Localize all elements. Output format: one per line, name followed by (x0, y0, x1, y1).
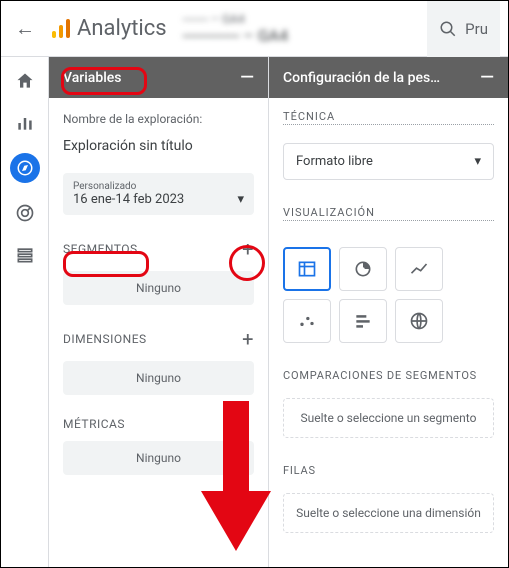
back-button[interactable]: ← (9, 10, 41, 47)
date-range-value: 16 ene-14 feb 2023 (73, 192, 184, 207)
technique-value: Formato libre (296, 154, 373, 169)
visualization-grid (283, 247, 494, 343)
segment-dropzone[interactable]: Suelte o seleccione un segmento (283, 398, 494, 438)
nav-configure-icon[interactable] (13, 243, 37, 267)
date-range-picker[interactable]: Personalizado 16 ene-14 feb 2023 ▾ (63, 173, 254, 215)
nav-explore-icon[interactable] (10, 153, 40, 183)
viz-bar-icon[interactable] (339, 299, 387, 343)
dimensions-empty: Ninguno (63, 361, 254, 395)
technique-select[interactable]: Formato libre ▾ (283, 143, 494, 180)
segment-comparison-label: COMPARACIONES DE SEGMENTOS (283, 369, 494, 382)
metrics-empty: Ninguno (63, 441, 254, 475)
exploration-name-label: Nombre de la exploración: (63, 112, 254, 126)
search-button[interactable]: Pru (427, 1, 500, 57)
viz-scatter-icon[interactable] (283, 299, 331, 343)
analytics-logo: Analytics (49, 16, 167, 41)
chevron-down-icon: ▾ (237, 192, 244, 207)
viz-table-icon[interactable] (283, 247, 331, 291)
variables-header: Variables — (49, 57, 268, 98)
metrics-title: MÉTRICAS (63, 417, 125, 431)
viz-line-icon[interactable] (395, 247, 443, 291)
add-segment-button[interactable]: + (242, 237, 254, 261)
search-label: Pru (465, 20, 488, 38)
technique-label: TÉCNICA (283, 110, 494, 125)
viz-geo-icon[interactable] (395, 299, 443, 343)
variables-panel: Variables — Nombre de la exploración: Ex… (49, 57, 269, 567)
rows-label: FILAS (283, 464, 494, 477)
chevron-down-icon: ▾ (474, 154, 481, 169)
viz-donut-icon[interactable] (339, 247, 387, 291)
dimensions-title: DIMENSIONES (63, 332, 147, 346)
add-dimension-button[interactable]: + (242, 327, 254, 351)
product-name: Analytics (77, 16, 167, 41)
date-range-label: Personalizado (73, 181, 244, 192)
segments-title: SEGMENTOS (63, 242, 138, 256)
nav-home-icon[interactable] (13, 69, 37, 93)
settings-panel: Configuración de la pes… — TÉCNICA Forma… (269, 57, 508, 567)
segments-empty: Ninguno (63, 271, 254, 305)
minimize-settings-button[interactable]: — (480, 67, 494, 88)
search-icon (439, 20, 457, 38)
settings-title: Configuración de la pes… (283, 70, 440, 86)
minimize-variables-button[interactable]: — (240, 67, 254, 88)
variables-title: Variables (63, 70, 121, 86)
nav-advertising-icon[interactable] (13, 201, 37, 225)
rows-dropzone[interactable]: Suelte o seleccione una dimensión (283, 493, 494, 533)
nav-reports-icon[interactable] (13, 111, 37, 135)
settings-header: Configuración de la pes… — (269, 57, 508, 98)
visualization-label: VISUALIZACIÓN (283, 206, 494, 221)
exploration-name-input[interactable]: Exploración sin título (63, 136, 254, 163)
left-nav (1, 57, 49, 567)
property-breadcrumb[interactable]: ─── – GA4 ───── – GA4 (183, 12, 420, 46)
